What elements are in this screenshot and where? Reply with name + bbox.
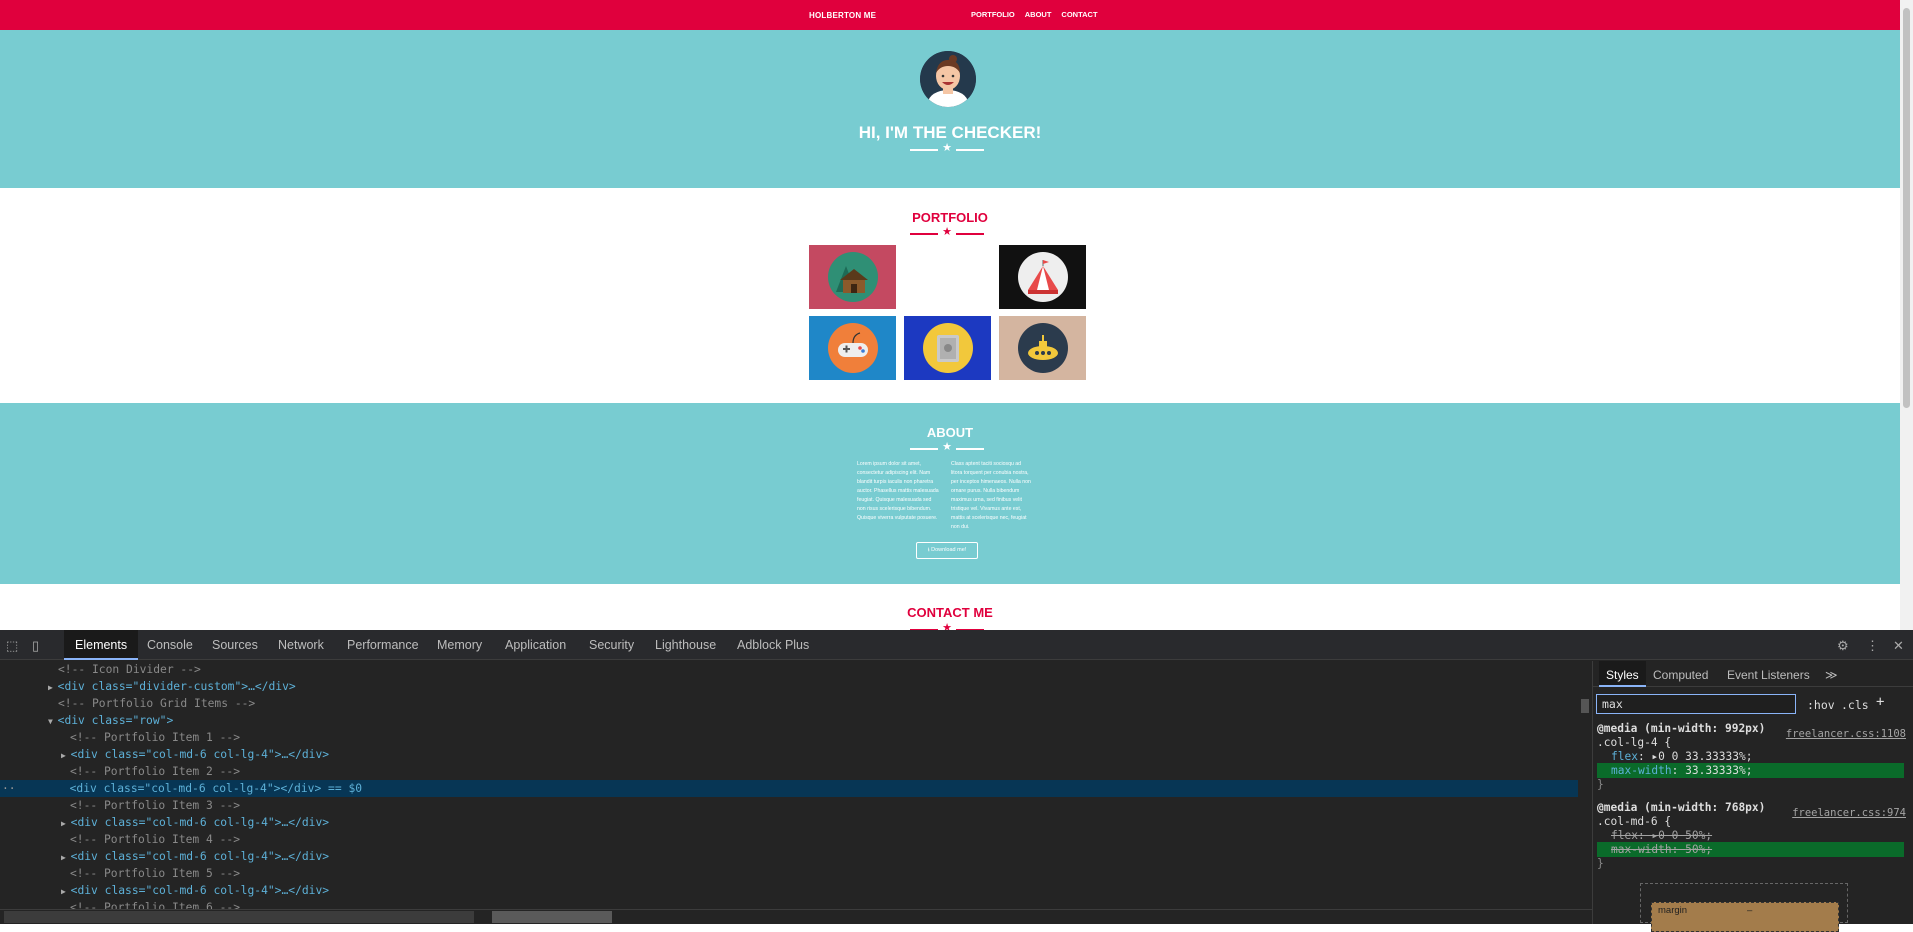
dom-line[interactable]: ▶ <div class="divider-custom">…</div> <box>0 678 296 695</box>
portfolio-item-submarine[interactable] <box>999 316 1086 380</box>
styles-tabbar: Styles Computed Event Listeners ≫ <box>1593 661 1913 687</box>
avatar <box>920 51 976 107</box>
circus-tent-icon <box>1017 252 1068 302</box>
dom-line[interactable]: <!-- Icon Divider --> <box>0 661 201 678</box>
contact-title: CONTACT ME <box>907 605 993 620</box>
page-scrollbar[interactable] <box>1900 0 1913 630</box>
page-viewport: HOLBERTON ME PORTFOLIO ABOUT CONTACT HI,… <box>0 0 1900 630</box>
hero-divider: ★ <box>0 142 1900 156</box>
rule-media: @media (min-width: 992px) <box>1597 722 1766 735</box>
hero-title: HI, I'M THE CHECKER! <box>858 123 1042 142</box>
rule-selector: .col-md-6 { <box>1597 815 1672 828</box>
rule-prop-highlighted[interactable]: max-width: 33.33333%; <box>1597 763 1904 778</box>
dom-line[interactable]: <!-- Portfolio Item 6 --> <box>0 899 240 909</box>
star-icon: ★ <box>942 142 952 154</box>
cls-toggle[interactable]: .cls <box>1841 698 1869 712</box>
inspect-element-icon[interactable]: ⬚ <box>6 638 18 654</box>
navbar: HOLBERTON ME PORTFOLIO ABOUT CONTACT <box>0 0 1900 30</box>
game-controller-icon <box>827 323 878 373</box>
nav-link-contact[interactable]: CONTACT <box>1061 10 1097 19</box>
about-text-left: Lorem ipsum dolor sit amet, consectetur … <box>857 461 939 521</box>
tab-memory[interactable]: Memory <box>437 638 482 652</box>
dom-line[interactable]: ▶ <div class="col-md-6 col-lg-4">…</div> <box>0 848 329 865</box>
devtools-panel: ⬚ ▯ Elements Console Sources Network Per… <box>0 630 1913 932</box>
device-toolbar-icon[interactable]: ▯ <box>32 638 39 654</box>
portfolio-item-cabin[interactable] <box>809 245 896 309</box>
star-icon: ★ <box>942 441 952 453</box>
styles-filter-input[interactable]: max <box>1596 694 1796 714</box>
dom-line[interactable]: <!-- Portfolio Item 1 --> <box>0 729 240 746</box>
dom-line[interactable]: ▶ <div class="col-md-6 col-lg-4">…</div> <box>0 746 329 763</box>
contact-section: CONTACT ME ★ <box>0 584 1900 630</box>
portfolio-item-game[interactable] <box>809 316 896 380</box>
masthead: HI, I'M THE CHECKER! ★ <box>0 30 1900 188</box>
rule-selector: .col-lg-4 { <box>1597 736 1672 749</box>
safe-icon <box>922 323 973 373</box>
nav-link-portfolio[interactable]: PORTFOLIO <box>971 10 1015 19</box>
tab-security[interactable]: Security <box>589 638 634 652</box>
page-scrollbar-thumb[interactable] <box>1903 8 1910 408</box>
box-model-margin[interactable]: margin – <box>1651 902 1839 932</box>
portfolio-item-circus[interactable] <box>999 245 1086 309</box>
nav-links: PORTFOLIO ABOUT CONTACT <box>971 10 1098 19</box>
dom-line[interactable]: ▶ <div class="col-md-6 col-lg-4">…</div> <box>0 882 329 899</box>
devtools-tabbar: ⬚ ▯ Elements Console Sources Network Per… <box>0 630 1913 660</box>
cabin-icon <box>827 252 878 302</box>
styles-sidebar: Styles Computed Event Listeners ≫ max :h… <box>1592 661 1913 932</box>
portfolio-item-safe[interactable] <box>904 316 991 380</box>
download-button[interactable]: ⭳ Download me! <box>916 542 978 559</box>
submarine-icon <box>1017 323 1068 373</box>
about-section: ABOUT ★ Lorem ipsum dolor sit amet, cons… <box>0 403 1900 584</box>
tab-computed[interactable]: Computed <box>1653 668 1708 682</box>
portfolio-section: PORTFOLIO ★ <box>0 188 1900 403</box>
about-title: ABOUT <box>926 425 974 440</box>
rule-source-link[interactable]: freelancer.css:974 <box>1792 806 1906 821</box>
dom-line[interactable]: ▶ <div class="col-md-6 col-lg-4">…</div> <box>0 814 329 831</box>
tab-application[interactable]: Application <box>505 638 566 652</box>
brand-link[interactable]: HOLBERTON ME <box>809 11 876 20</box>
download-button-label: Download me! <box>931 547 967 553</box>
dom-line[interactable]: <!-- Portfolio Item 3 --> <box>0 797 240 814</box>
star-icon: ★ <box>942 622 952 630</box>
tab-lighthouse[interactable]: Lighthouse <box>655 638 716 652</box>
dom-line[interactable]: <!-- Portfolio Item 5 --> <box>0 865 240 882</box>
dom-scrollbar-thumb[interactable] <box>1581 699 1589 713</box>
dom-line[interactable]: <!-- Portfolio Item 4 --> <box>0 831 240 848</box>
breadcrumb <box>0 909 1592 924</box>
gear-icon[interactable]: ⚙ <box>1837 638 1849 654</box>
dom-scrollbar[interactable] <box>1578 661 1592 909</box>
dom-line-selected[interactable]: ·· <div class="col-md-6 col-lg-4"></div> … <box>0 780 1578 797</box>
dom-tree: <!-- Icon Divider --> ▶ <div class="divi… <box>0 661 1578 909</box>
tab-console[interactable]: Console <box>147 638 193 652</box>
rule-source-link[interactable]: freelancer.css:1108 <box>1786 727 1906 742</box>
tab-sources[interactable]: Sources <box>212 638 258 652</box>
star-icon: ★ <box>942 226 952 238</box>
dom-line[interactable]: <!-- Portfolio Grid Items --> <box>0 695 255 712</box>
rule-prop-overridden[interactable]: flex: ▸0 0 50%; <box>1597 828 1712 843</box>
add-rule-icon[interactable]: + <box>1876 694 1884 710</box>
rule-prop[interactable]: flex: ▸0 0 33.33333%; <box>1597 749 1752 764</box>
dom-line[interactable]: ▼ <div class="row"> <box>0 712 173 729</box>
tab-network[interactable]: Network <box>278 638 324 652</box>
more-tabs-icon[interactable]: ≫ <box>1825 668 1838 682</box>
tab-elements[interactable]: Elements <box>64 630 139 660</box>
close-icon[interactable]: ✕ <box>1893 638 1904 654</box>
hov-toggle[interactable]: :hov <box>1807 698 1835 712</box>
about-divider: ★ <box>0 441 1900 455</box>
rule-media: @media (min-width: 768px) <box>1597 801 1766 814</box>
portfolio-divider: ★ <box>0 226 1900 240</box>
tab-styles[interactable]: Styles <box>1599 661 1646 687</box>
tab-event-listeners[interactable]: Event Listeners <box>1727 668 1810 682</box>
box-model-diagram: margin – <box>1640 883 1848 932</box>
portfolio-title: PORTFOLIO <box>912 210 988 225</box>
nav-link-about[interactable]: ABOUT <box>1025 10 1052 19</box>
tab-adblock-plus[interactable]: Adblock Plus <box>737 638 809 652</box>
dom-line[interactable]: <!-- Portfolio Item 2 --> <box>0 763 240 780</box>
kebab-menu-icon[interactable]: ⋮ <box>1866 638 1879 654</box>
tab-performance[interactable]: Performance <box>347 638 419 652</box>
rule-prop-overridden[interactable]: max-width: 50%; <box>1597 842 1904 857</box>
about-text-right: Class aptent taciti sociosqu ad litora t… <box>951 461 1031 530</box>
